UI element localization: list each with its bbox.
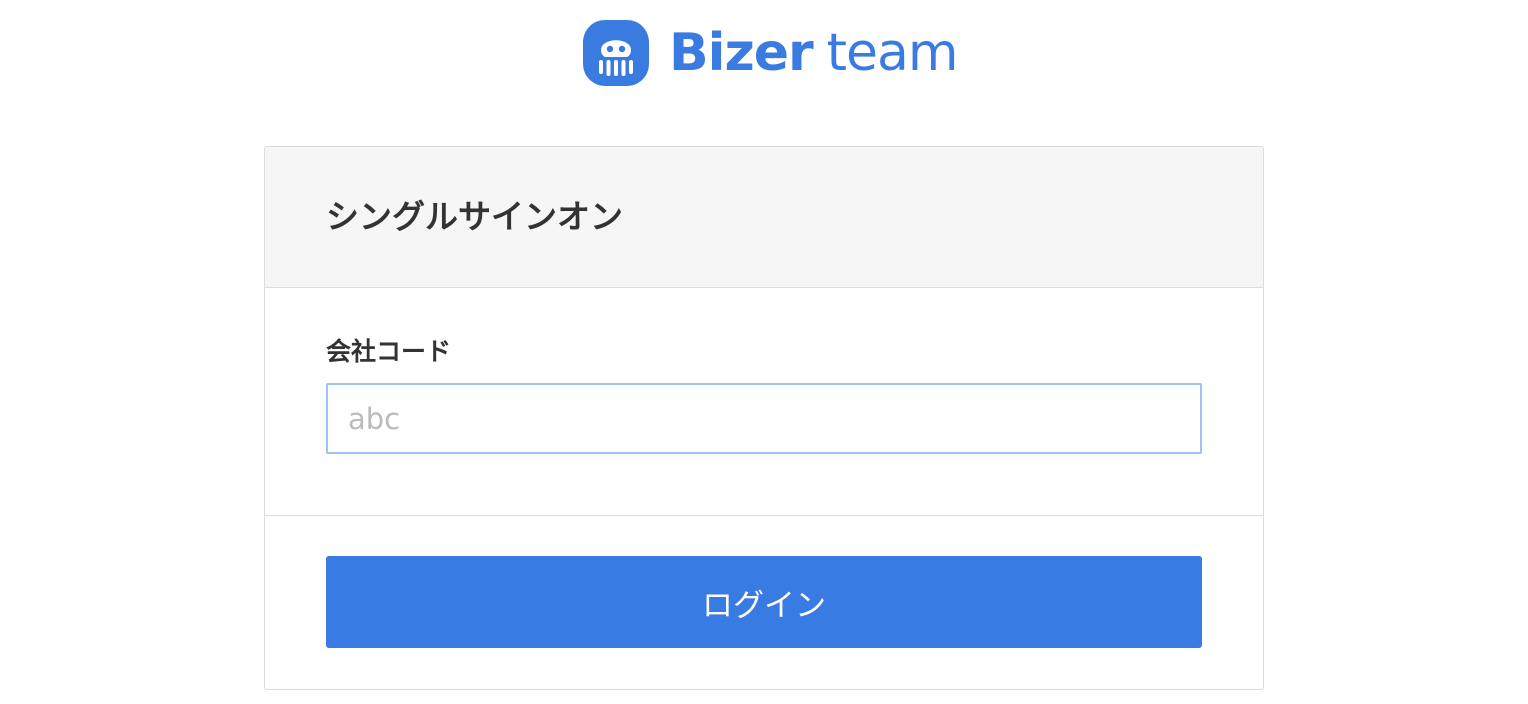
card-body: 会社コード xyxy=(265,288,1263,516)
company-code-label: 会社コード xyxy=(326,337,452,366)
login-button[interactable]: ログイン xyxy=(326,556,1202,648)
brand-name-suffix: team xyxy=(826,23,959,83)
brand-logo: Bizer team xyxy=(583,19,959,87)
brand-name: Bizer team xyxy=(669,19,959,87)
brand-name-bold: Bizer xyxy=(669,23,814,83)
page-title: シングルサインオン xyxy=(326,197,623,236)
card-header: シングルサインオン xyxy=(265,147,1263,288)
sso-login-card: シングルサインオン 会社コード ログイン xyxy=(264,146,1264,690)
company-code-input[interactable] xyxy=(326,383,1202,454)
octopus-logo-icon xyxy=(583,20,649,86)
card-footer: ログイン xyxy=(265,516,1263,689)
